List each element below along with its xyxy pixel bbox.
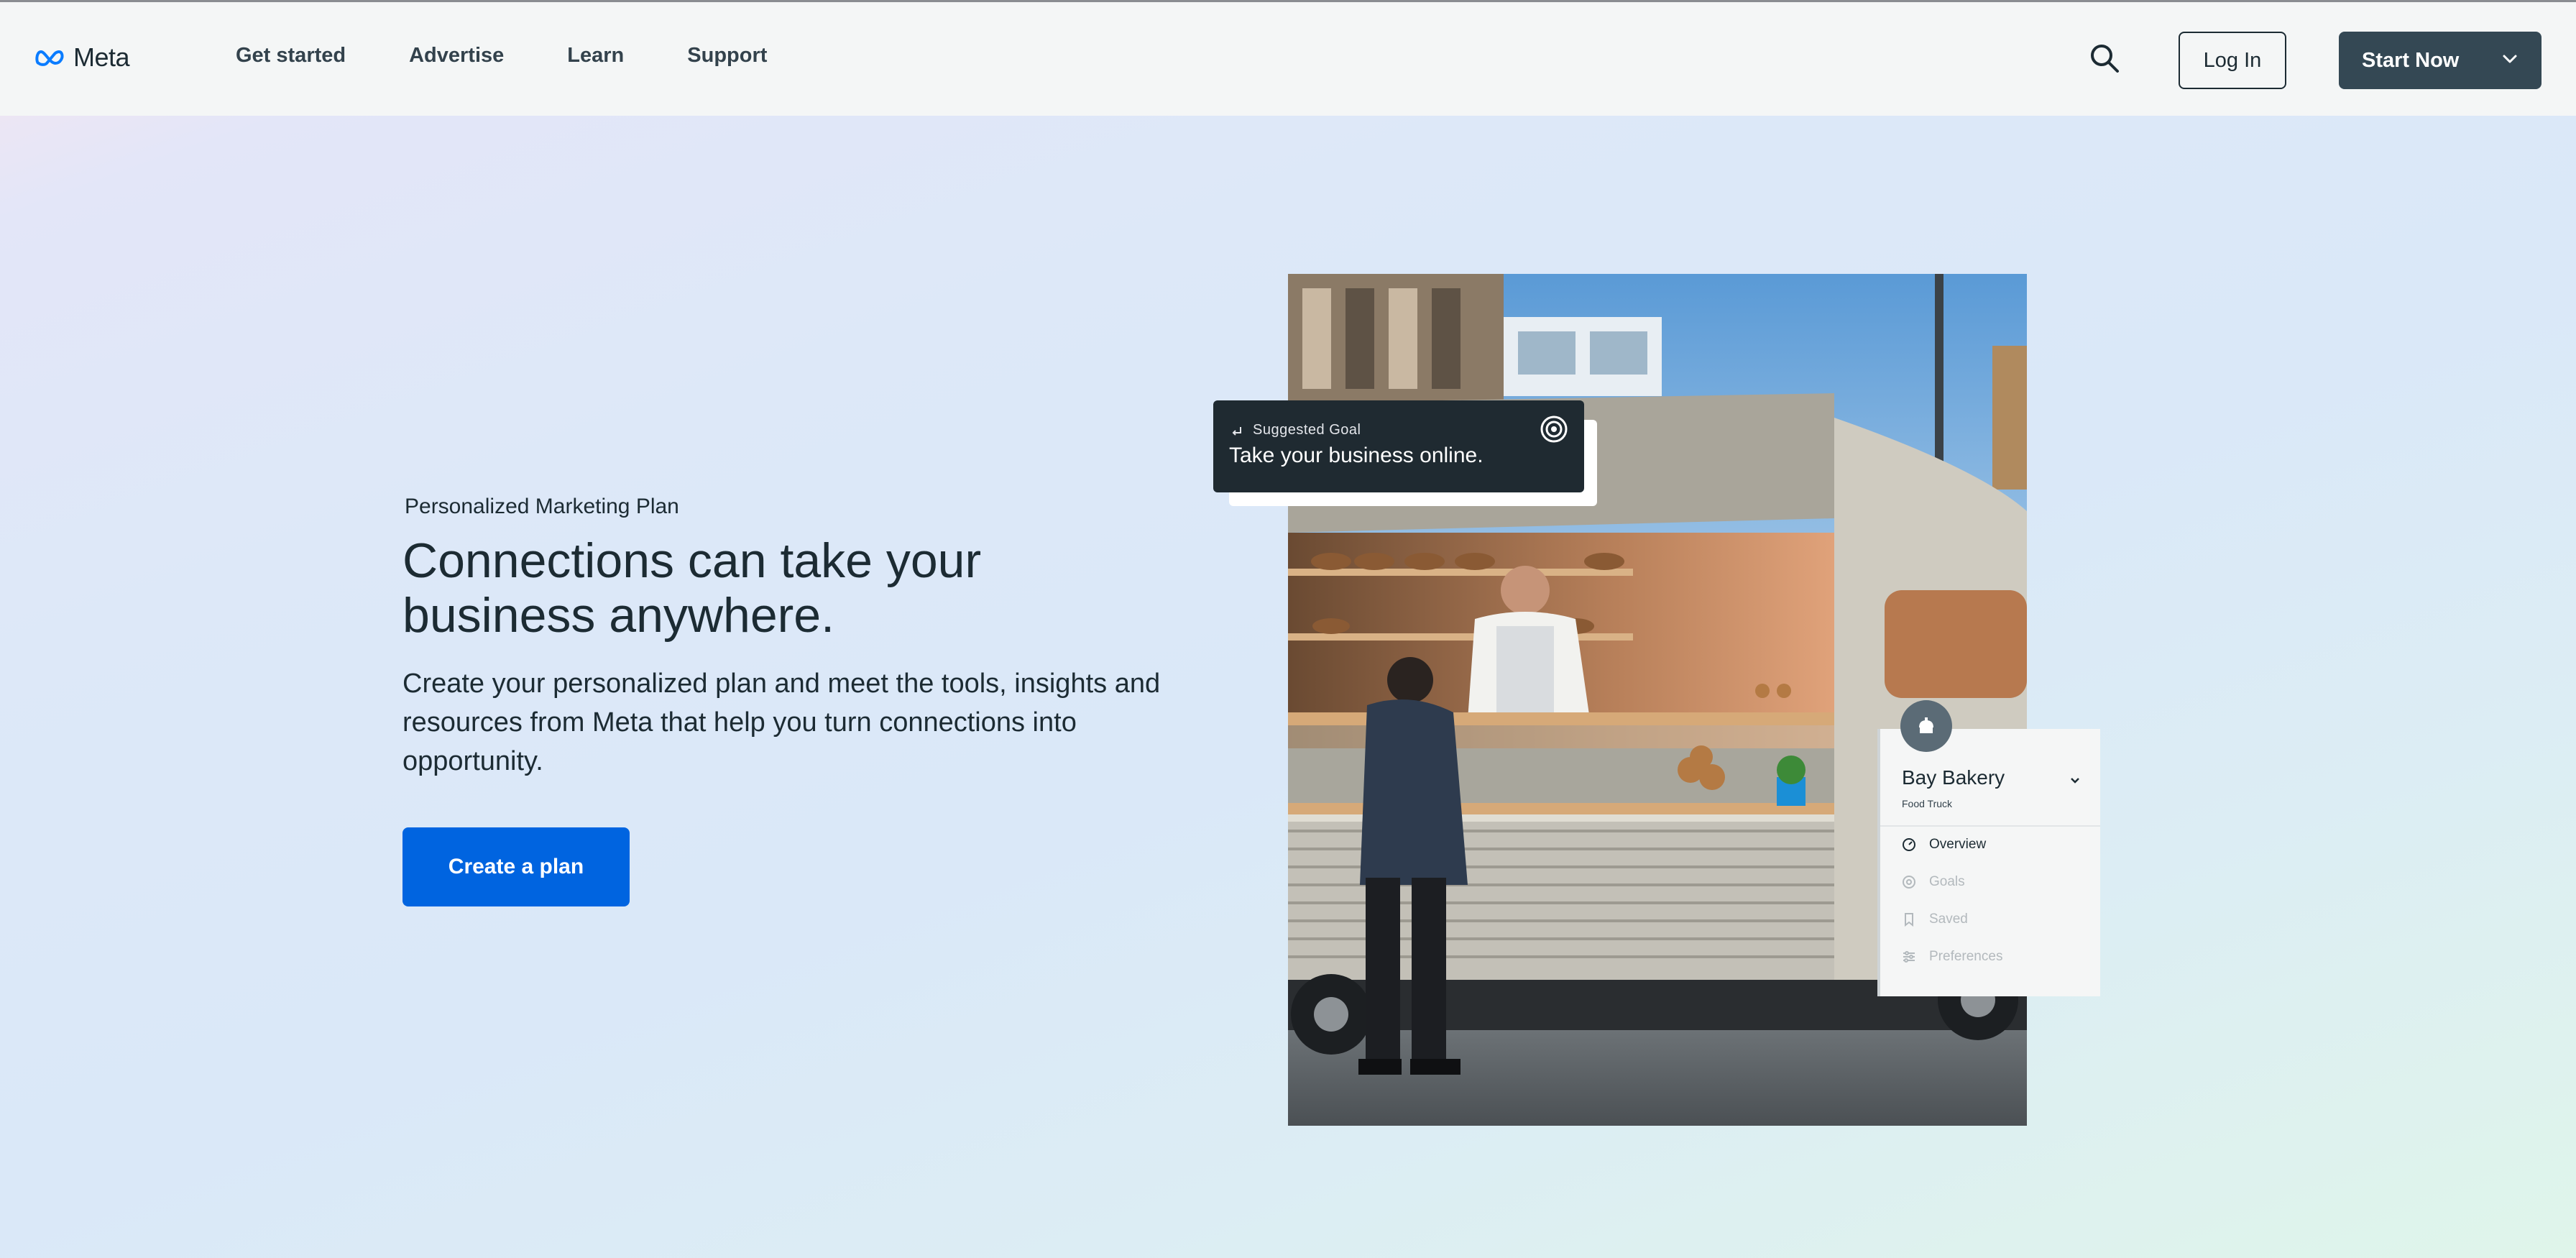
chevron-down-icon[interactable] [2069, 773, 2082, 786]
panel-item-label: Preferences [1929, 949, 2003, 964]
suggested-goal-card: Suggested Goal Take your business online… [1213, 400, 1584, 492]
meta-infinity-icon [35, 50, 64, 66]
meta-logo[interactable]: Meta [34, 42, 130, 73]
start-now-button[interactable]: Start Now [2339, 32, 2542, 89]
target-icon [1540, 415, 1568, 443]
panel-item-preferences[interactable]: Preferences [1902, 949, 2002, 965]
start-now-label: Start Now [2362, 48, 2460, 72]
login-button[interactable]: Log In [2179, 32, 2286, 89]
main-nav: Get started Advertise Learn Support [236, 44, 767, 68]
dashboard-icon [1903, 838, 1915, 851]
panel-item-overview[interactable]: Overview [1902, 837, 1986, 853]
business-avatar [1900, 700, 1952, 752]
business-profile-panel: Bay Bakery Food Truck Overview Goals Sav… [1877, 729, 2100, 996]
panel-item-saved[interactable]: Saved [1902, 912, 1968, 927]
search-icon[interactable] [2089, 42, 2120, 74]
bakery-icon [1919, 717, 1933, 733]
business-type: Food Truck [1902, 798, 1953, 809]
top-navigation-bar: Meta Get started Advertise Learn Support… [0, 0, 2576, 116]
panel-item-label: Goals [1929, 874, 1965, 889]
sliders-icon [1903, 951, 1915, 963]
nav-advertise[interactable]: Advertise [409, 44, 504, 68]
chevron-down-icon[interactable] [2501, 50, 2518, 68]
goal-card-title: Take your business online. [1229, 444, 1484, 467]
hero-headline: Connections can take your business anywh… [402, 533, 982, 643]
nav-get-started[interactable]: Get started [236, 44, 346, 68]
business-name[interactable]: Bay Bakery [1902, 766, 2005, 789]
panel-divider [1880, 825, 2100, 827]
logo-text: Meta [73, 42, 130, 72]
nav-learn[interactable]: Learn [567, 44, 624, 68]
panel-item-goals[interactable]: Goals [1902, 874, 1965, 890]
panel-item-label: Overview [1929, 837, 1987, 852]
bookmark-icon [1905, 913, 1913, 927]
hero-eyebrow: Personalized Marketing Plan [405, 495, 679, 518]
target-icon [1903, 876, 1915, 889]
goal-card-label: Suggested Goal [1253, 422, 1361, 438]
return-arrow-icon [1232, 427, 1241, 436]
hero-subtext: Create your personalized plan and meet t… [402, 669, 1161, 776]
panel-item-label: Saved [1929, 912, 1968, 927]
nav-support[interactable]: Support [687, 44, 767, 68]
create-plan-button[interactable]: Create a plan [402, 827, 630, 906]
